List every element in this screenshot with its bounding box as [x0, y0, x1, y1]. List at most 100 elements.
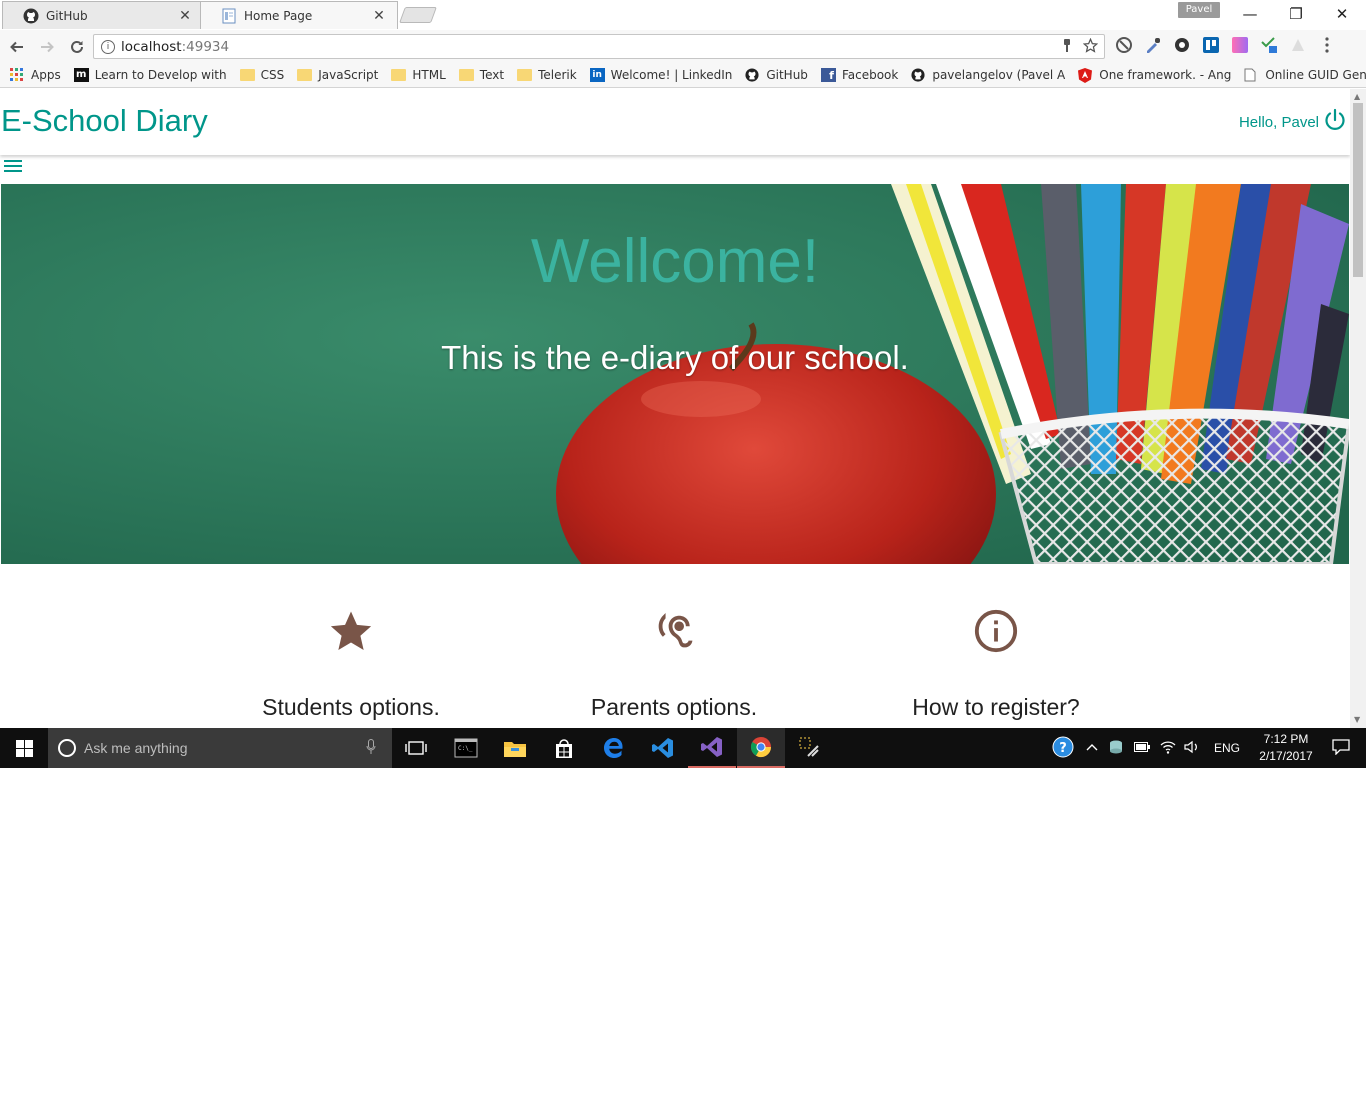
- windows-taskbar: Ask me anything C:\_ ? ENG 7:12 PM 2/17/…: [0, 728, 1366, 768]
- windows-logo-icon: [15, 739, 33, 757]
- taskbar-cmd[interactable]: C:\_: [442, 728, 490, 768]
- bookmark-label: Learn to Develop with: [94, 68, 227, 82]
- taskbar-tools[interactable]: [786, 728, 834, 768]
- bookmark-telerik[interactable]: Telerik: [517, 68, 577, 82]
- site-info-icon[interactable]: i: [101, 39, 115, 54]
- new-tab-button[interactable]: [399, 7, 437, 23]
- bookmark-apps[interactable]: Apps: [10, 68, 61, 82]
- cortana-search-box[interactable]: Ask me anything: [48, 728, 392, 768]
- wifi-icon[interactable]: [1160, 740, 1176, 757]
- action-center-icon[interactable]: [1332, 738, 1350, 758]
- close-tab-icon[interactable]: ✕: [177, 8, 193, 24]
- extension-icons: [1115, 36, 1336, 54]
- bookmark-facebook[interactable]: f Facebook: [820, 68, 898, 82]
- cortana-icon: [58, 739, 76, 757]
- svg-text:?: ?: [1059, 741, 1067, 756]
- chevron-up-icon[interactable]: [1086, 741, 1098, 755]
- reload-icon: [71, 40, 83, 53]
- bookmark-label: One framework. - Ang: [1099, 68, 1232, 82]
- bookmark-github[interactable]: GitHub: [745, 68, 808, 82]
- taskbar-file-explorer[interactable]: [491, 728, 539, 768]
- translate-extension-icon[interactable]: [1260, 36, 1278, 54]
- bookmark-linkedin[interactable]: in Welcome! | LinkedIn: [589, 68, 733, 82]
- hamburger-menu-icon[interactable]: [4, 160, 22, 173]
- taskbar-visual-studio[interactable]: [688, 728, 736, 768]
- folder-icon: [391, 69, 407, 81]
- feature-parents[interactable]: Parents options.: [544, 608, 804, 721]
- hero-title: Wellcome!: [530, 227, 820, 296]
- eyedropper-extension-icon[interactable]: [1144, 36, 1162, 54]
- volume-icon[interactable]: [1184, 740, 1200, 757]
- feature-register[interactable]: How to register?: [866, 608, 1126, 721]
- bookmarks-bar: Apps m Learn to Develop with CSS JavaScr…: [0, 63, 1366, 88]
- bookmark-label: HTML: [412, 68, 446, 82]
- taskbar-edge[interactable]: [590, 728, 638, 768]
- bookmark-label: JavaScript: [318, 68, 379, 82]
- task-view-icon: [405, 741, 427, 755]
- chrome-menu-icon[interactable]: [1318, 36, 1336, 54]
- color-picker-extension-icon[interactable]: [1231, 36, 1249, 54]
- microphone-icon[interactable]: [366, 739, 376, 758]
- network-drive-icon[interactable]: [1108, 739, 1124, 758]
- screen: GitHub ✕ Home Page ✕ Pavel — ❐ ✕ i local…: [0, 0, 1366, 768]
- bookmark-label: Apps: [31, 68, 61, 82]
- bookmark-label: GitHub: [766, 68, 808, 82]
- bookmark-label: Welcome! | LinkedIn: [610, 68, 733, 82]
- input-language[interactable]: ENG: [1214, 741, 1240, 755]
- bookmark-angular[interactable]: One framework. - Ang: [1078, 68, 1232, 83]
- close-tab-icon[interactable]: ✕: [371, 8, 387, 24]
- bookmark-javascript[interactable]: JavaScript: [297, 68, 378, 82]
- close-window-button[interactable]: ✕: [1319, 0, 1365, 28]
- address-bar[interactable]: i localhost:49934: [93, 34, 1105, 59]
- inactive-extension-icon[interactable]: [1289, 36, 1307, 54]
- tab-title: Home Page: [244, 8, 313, 23]
- bookmark-learn-to-develop[interactable]: m Learn to Develop with: [73, 68, 227, 82]
- tab-github[interactable]: GitHub ✕: [2, 1, 204, 29]
- taskbar-store[interactable]: [540, 728, 588, 768]
- github-icon: [23, 8, 39, 24]
- help-icon[interactable]: ?: [1052, 736, 1074, 761]
- bookmark-pavelangelov[interactable]: pavelangelov (Pavel A: [911, 68, 1065, 82]
- github-icon: [745, 68, 760, 82]
- hero-subtitle: This is the e-diary of our school.: [441, 339, 909, 376]
- reload-button[interactable]: [64, 34, 90, 60]
- key-icon[interactable]: [1061, 38, 1073, 58]
- bookmark-css[interactable]: CSS: [239, 68, 284, 82]
- forward-button[interactable]: [34, 34, 60, 60]
- bookmark-label: Online GUID Generat: [1265, 68, 1366, 82]
- bookmark-guid-generator[interactable]: Online GUID Generat: [1244, 68, 1366, 82]
- back-button[interactable]: [4, 34, 30, 60]
- bookmark-label: Telerik: [538, 68, 577, 82]
- power-icon[interactable]: [1323, 108, 1347, 136]
- start-button[interactable]: [0, 728, 48, 768]
- taskbar-vscode[interactable]: [639, 728, 687, 768]
- bookmark-label: Text: [479, 68, 505, 82]
- taskbar-chrome[interactable]: [737, 728, 785, 768]
- hearing-icon: [544, 608, 804, 656]
- greeting-text[interactable]: Hello, Pavel: [1239, 114, 1319, 131]
- profile-badge[interactable]: Pavel: [1178, 2, 1220, 18]
- tab-home-page[interactable]: Home Page ✕: [200, 1, 398, 29]
- forward-arrow-icon: [41, 41, 54, 52]
- battery-icon[interactable]: [1133, 741, 1150, 755]
- scrollbar-thumb[interactable]: [1353, 103, 1363, 277]
- restore-button[interactable]: ❐: [1273, 0, 1319, 28]
- task-view-button[interactable]: [392, 728, 440, 768]
- page-scrollbar[interactable]: ▲ ▼: [1350, 89, 1366, 728]
- bookmark-html[interactable]: HTML: [391, 68, 446, 82]
- feature-students[interactable]: Students options.: [221, 608, 481, 721]
- system-tray: ? ENG 7:12 PM 2/17/2017: [1052, 728, 1366, 768]
- clock[interactable]: 7:12 PM 2/17/2017: [1254, 731, 1318, 765]
- minimize-button[interactable]: —: [1227, 0, 1273, 28]
- url-port: :49934: [181, 38, 230, 55]
- trello-extension-icon[interactable]: [1202, 36, 1220, 54]
- settings-extension-icon[interactable]: [1173, 36, 1191, 54]
- bookmark-text[interactable]: Text: [458, 68, 505, 82]
- scroll-down-icon[interactable]: ▼: [1354, 715, 1360, 724]
- url-host: localhost: [121, 38, 182, 55]
- feature-label: How to register?: [912, 694, 1080, 720]
- scroll-up-icon[interactable]: ▲: [1354, 92, 1360, 101]
- bookmark-star-icon[interactable]: [1082, 37, 1099, 58]
- incognito-extension-icon[interactable]: [1115, 36, 1133, 54]
- brand-logo[interactable]: E-School Diary: [1, 103, 208, 139]
